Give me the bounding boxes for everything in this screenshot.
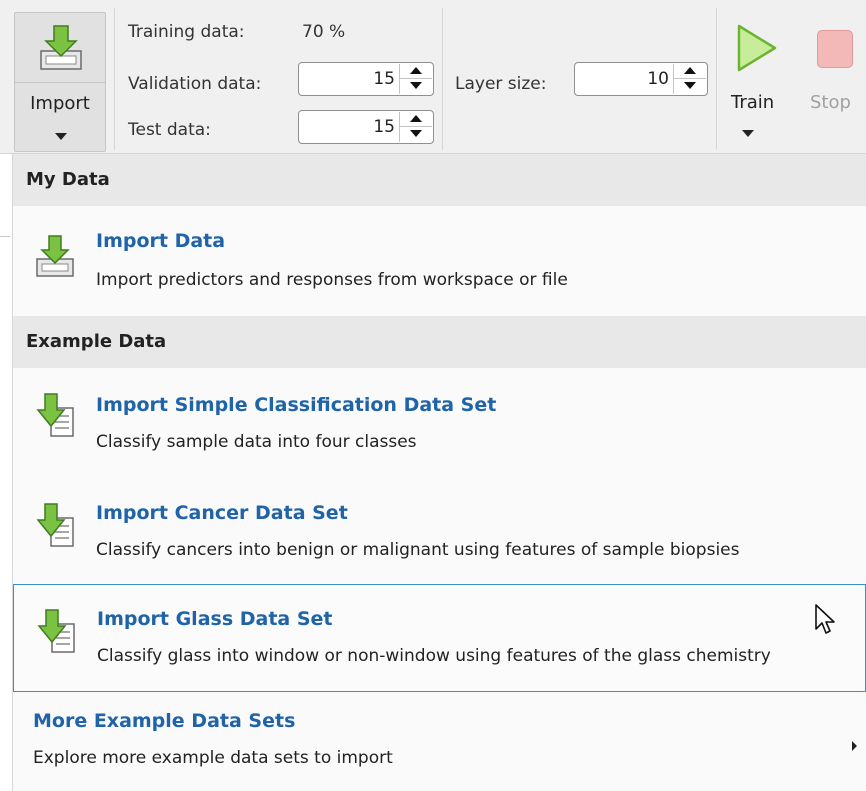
import-icon <box>40 25 82 70</box>
import-icon-area[interactable] <box>15 13 105 83</box>
chevron-right-icon <box>852 741 857 751</box>
import-dataset-icon <box>36 503 74 547</box>
validation-increment-button[interactable] <box>400 64 432 79</box>
layer-increment-button[interactable] <box>674 64 706 79</box>
validation-decrement-button[interactable] <box>400 79 432 94</box>
test-data-label: Test data: <box>128 120 211 140</box>
menu-item-import-data[interactable]: Import Data Import predictors and respon… <box>13 206 866 314</box>
test-increment-button[interactable] <box>400 112 432 127</box>
mouse-cursor-icon <box>815 604 835 634</box>
import-button[interactable]: Import <box>14 12 106 152</box>
stop-button: Stop <box>810 92 851 113</box>
toolstrip: Import Training data: 70 % Validation da… <box>0 0 866 154</box>
validation-data-spinner[interactable]: 15 <box>298 62 434 96</box>
menu-item-title: Import Glass Data Set <box>97 608 333 630</box>
divider <box>0 236 10 237</box>
menu-item-title: Import Cancer Data Set <box>96 502 348 524</box>
training-data-label: Training data: <box>128 22 245 42</box>
separator <box>114 8 115 150</box>
test-data-spinner[interactable]: 15 <box>298 110 434 144</box>
layer-size-label: Layer size: <box>455 74 547 94</box>
menu-item-glass[interactable]: Import Glass Data Set Classify glass int… <box>13 584 866 692</box>
chevron-down-icon[interactable] <box>55 133 67 140</box>
play-icon[interactable] <box>735 22 779 74</box>
arrow-down-icon <box>410 82 422 89</box>
import-dataset-icon <box>37 609 75 653</box>
menu-item-title: Import Simple Classification Data Set <box>96 394 497 416</box>
arrow-up-icon <box>410 67 422 74</box>
menu-item-title: More Example Data Sets <box>33 710 296 732</box>
test-decrement-button[interactable] <box>400 127 432 142</box>
menu-item-title: Import Data <box>96 230 226 252</box>
menu-item-desc: Explore more example data sets to import <box>33 748 393 768</box>
section-header-example-data: Example Data <box>13 316 866 368</box>
layer-size-value[interactable]: 10 <box>647 69 669 89</box>
chevron-down-icon[interactable] <box>742 130 754 137</box>
import-data-icon <box>36 235 74 277</box>
menu-item-more-examples[interactable]: More Example Data Sets Explore more exam… <box>13 690 866 791</box>
menu-item-desc: Classify glass into window or non-window… <box>97 646 771 666</box>
test-data-value[interactable]: 15 <box>373 117 395 137</box>
import-label: Import <box>30 93 90 114</box>
layer-decrement-button[interactable] <box>674 79 706 94</box>
import-dataset-icon <box>36 393 74 437</box>
validation-data-value[interactable]: 15 <box>373 69 395 89</box>
arrow-up-icon <box>684 67 696 74</box>
section-header-my-data: My Data <box>13 154 866 206</box>
stop-icon <box>817 30 853 68</box>
menu-item-desc: Classify cancers into benign or malignan… <box>96 540 740 560</box>
validation-data-label: Validation data: <box>128 74 262 94</box>
separator <box>716 8 717 150</box>
train-button[interactable]: Train <box>731 92 774 113</box>
menu-item-desc: Import predictors and responses from wor… <box>96 270 568 290</box>
layer-size-spinner[interactable]: 10 <box>574 62 708 96</box>
training-data-value: 70 % <box>302 22 346 42</box>
menu-item-simple-classification[interactable]: Import Simple Classification Data Set Cl… <box>13 370 866 478</box>
menu-item-cancer[interactable]: Import Cancer Data Set Classify cancers … <box>13 478 866 586</box>
menu-item-desc: Classify sample data into four classes <box>96 432 417 452</box>
arrow-down-icon <box>684 82 696 89</box>
arrow-down-icon <box>410 130 422 137</box>
separator <box>442 8 443 150</box>
arrow-up-icon <box>410 115 422 122</box>
